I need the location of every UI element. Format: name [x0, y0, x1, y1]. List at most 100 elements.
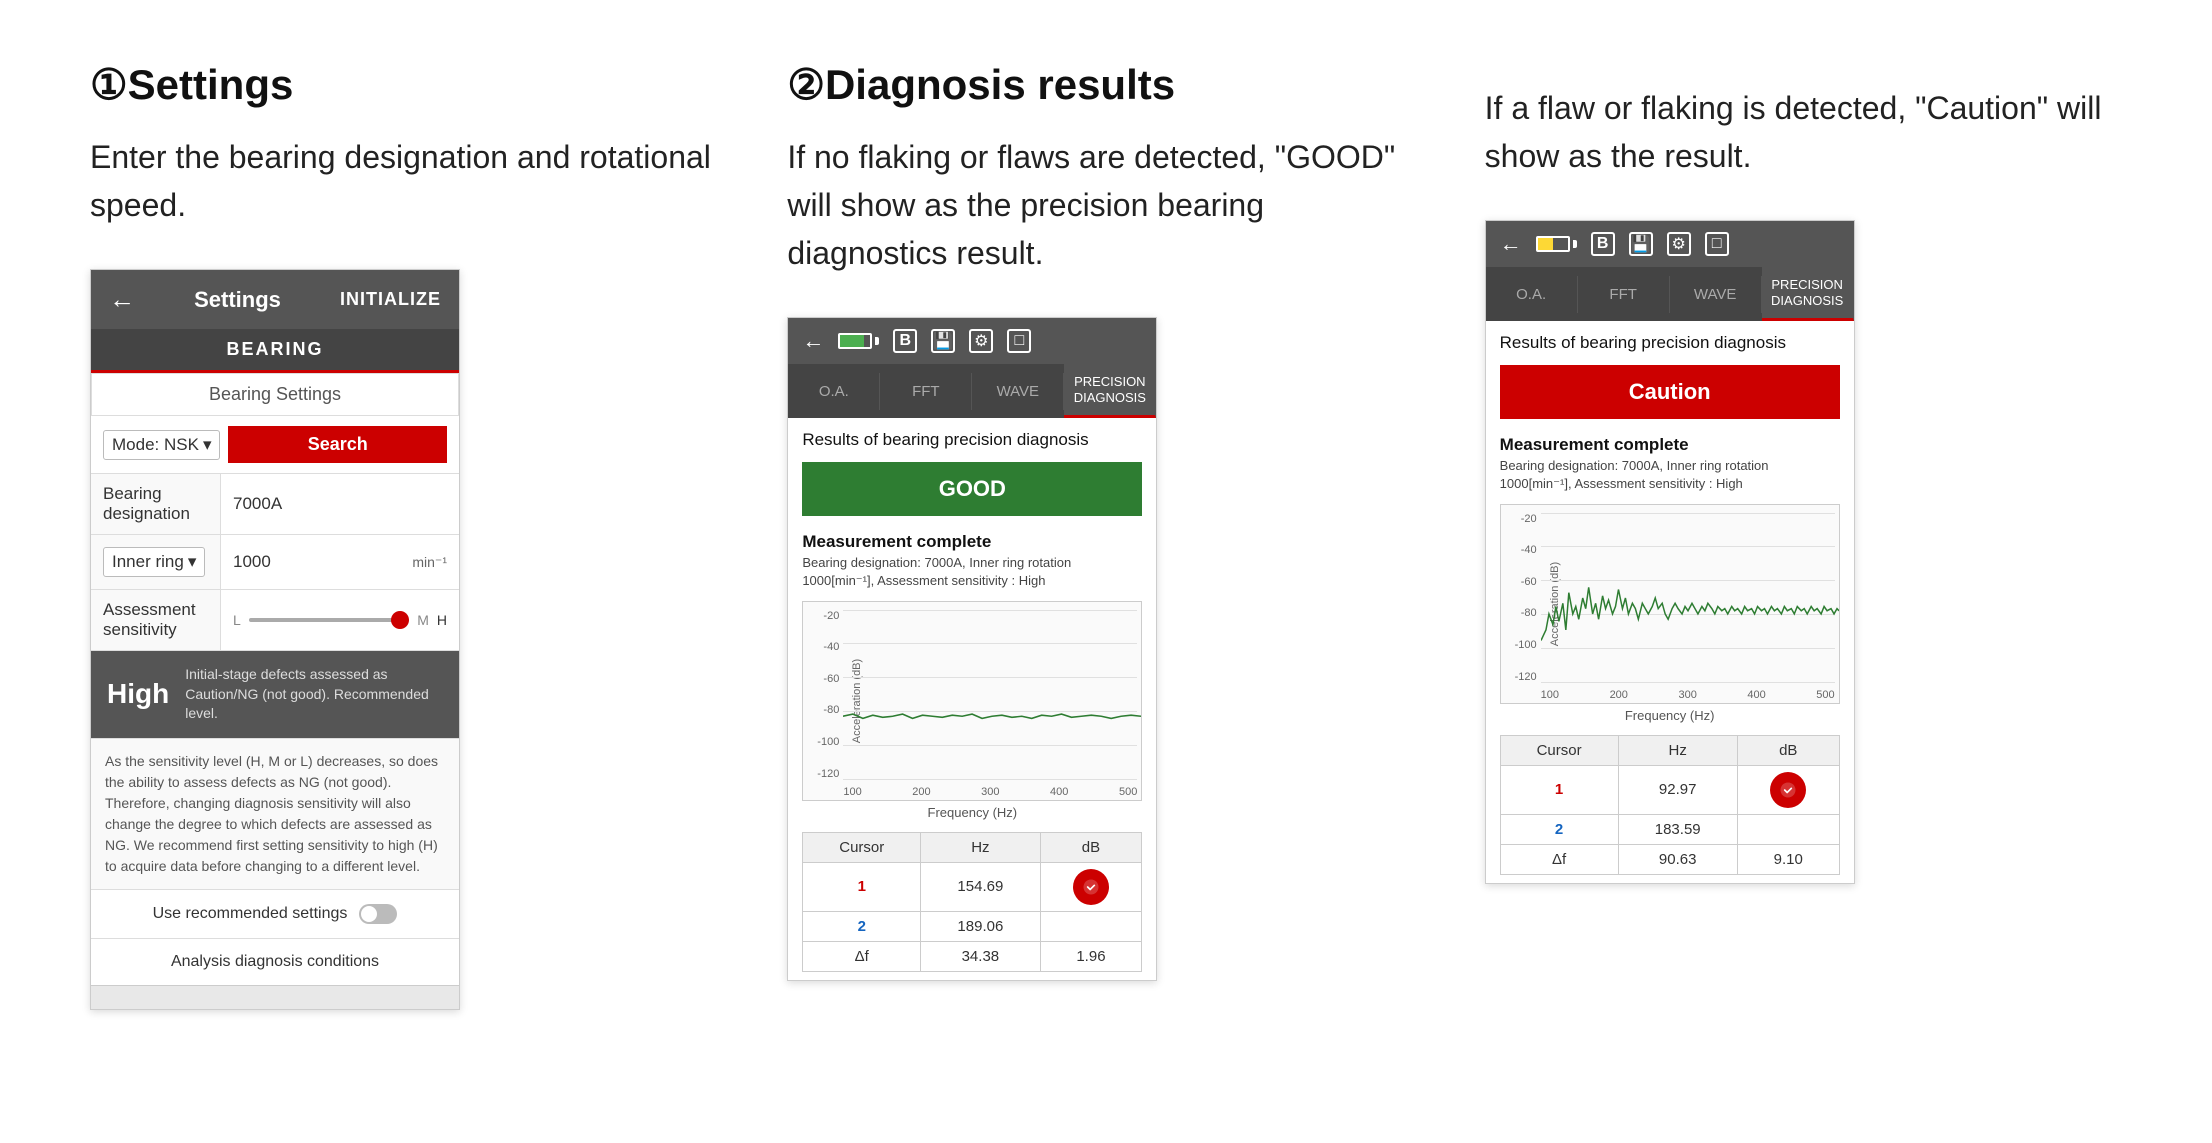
caution-back-arrow[interactable]: ←: [1500, 231, 1522, 257]
good-result-box: GOOD: [802, 462, 1142, 516]
caution-tab-wave[interactable]: WAVE: [1670, 276, 1762, 313]
caution-hz-delta: 90.63: [1618, 844, 1737, 874]
caution-data-table: Cursor Hz dB 1 92.97 2 183.5: [1500, 735, 1840, 875]
good-tab-precision[interactable]: PRECISIONDIAGNOSIS: [1064, 364, 1156, 418]
rpm-value[interactable]: 1000: [233, 552, 404, 572]
table-row-2: 2 189.06: [803, 911, 1142, 941]
mode-search-row: Mode: NSK ▾ Search: [91, 416, 459, 474]
mode-select[interactable]: Mode: NSK ▾: [103, 430, 220, 460]
bottom-partial: [91, 985, 459, 1009]
toggle-thumb: [361, 906, 377, 922]
caution-diag-header: ← B 💾 ⚙ □: [1486, 221, 1854, 267]
group-label: Bearing Settings: [91, 373, 459, 416]
hz-delta: 34.38: [921, 941, 1040, 971]
initialize-button[interactable]: INITIALIZE: [340, 289, 441, 310]
slider-thumb[interactable]: [391, 611, 409, 629]
good-chart-area: -20 -40 -60 -80 -100 -120 Acceleration (…: [802, 601, 1142, 801]
search-button[interactable]: Search: [228, 426, 447, 463]
sensitivity-note: As the sensitivity level (H, M or L) dec…: [91, 738, 459, 889]
good-tab-fft[interactable]: FFT: [880, 373, 972, 410]
sensitivity-desc: Initial-stage defects assessed as Cautio…: [185, 665, 443, 724]
caution-save-icon: 💾: [1629, 232, 1653, 256]
rpm-unit: min⁻¹: [412, 554, 447, 571]
inner-ring-label: Inner ring ▾: [91, 535, 221, 589]
caution-chart-area: -20 -40 -60 -80 -100 -120 Acceleration (…: [1500, 504, 1840, 704]
caution-col-cursor: Cursor: [1500, 735, 1618, 765]
caution-measurement-title: Measurement complete: [1486, 425, 1854, 457]
good-freq-label: Frequency (Hz): [788, 805, 1156, 824]
recommended-row: Use recommended settings: [91, 889, 459, 938]
caution-chart-main: Acceleration (dB) 100200300400500: [1541, 505, 1839, 703]
good-battery-tip: [875, 337, 879, 345]
settings-section: ①Settings Enter the bearing designation …: [60, 60, 757, 1103]
good-back-arrow[interactable]: ←: [802, 328, 824, 354]
back-arrow-icon[interactable]: ←: [109, 284, 135, 315]
good-result-title: ②Diagnosis results: [787, 60, 1424, 109]
caution-col-hz: Hz: [1618, 735, 1737, 765]
good-measurement-title: Measurement complete: [788, 522, 1156, 554]
good-diag-header: ← B 💾 ⚙ □: [788, 318, 1156, 364]
caution-tab-fft[interactable]: FFT: [1578, 276, 1670, 313]
caution-result-box: Caution: [1500, 365, 1840, 419]
analysis-row[interactable]: Analysis diagnosis conditions: [91, 938, 459, 985]
table-header-row: Cursor Hz dB: [803, 832, 1142, 862]
assessment-sensitivity-row: Assessmentsensitivity L M H: [91, 590, 459, 651]
assessment-sensitivity-label: Assessmentsensitivity: [91, 590, 221, 650]
caution-cursor-icon-1: [1770, 772, 1806, 808]
cursor-delta: Δf: [803, 941, 921, 971]
good-tab-wave[interactable]: WAVE: [972, 373, 1064, 410]
bearing-designation-row: Bearingdesignation 7000A: [91, 474, 459, 535]
caution-diag-tabs: O.A. FFT WAVE PRECISIONDIAGNOSIS: [1486, 267, 1854, 321]
bearing-tab[interactable]: BEARING: [91, 329, 459, 373]
cursor-1: 1: [803, 862, 921, 911]
good-save-icon: 💾: [931, 329, 955, 353]
inner-ring-select[interactable]: Inner ring ▾: [103, 547, 205, 577]
caution-tab-oa[interactable]: O.A.: [1486, 276, 1578, 313]
good-x-labels: 100200300400500: [843, 786, 1137, 798]
header-title: Settings: [194, 287, 281, 313]
good-diag-phone: ← B 💾 ⚙ □ O.A. FFT WAVE: [787, 317, 1157, 981]
recommended-label: Use recommended settings: [153, 905, 348, 923]
good-result-title-label: Results of bearing precision diagnosis: [788, 418, 1156, 456]
settings-body: Bearing Settings Mode: NSK ▾ Search Bear…: [91, 373, 459, 1009]
caution-table-header-row: Cursor Hz dB: [1500, 735, 1839, 765]
caution-chart-svg: [1541, 513, 1839, 683]
caution-db-delta: 9.10: [1737, 844, 1839, 874]
mode-search-value: Mode: NSK ▾ Search: [91, 416, 459, 473]
db-delta: 1.96: [1040, 941, 1142, 971]
inner-ring-row: Inner ring ▾ 1000 min⁻¹: [91, 535, 459, 590]
caution-table-row-delta: Δf 90.63 9.10: [1500, 844, 1839, 874]
analysis-label: Analysis diagnosis conditions: [171, 953, 379, 971]
good-measurement-desc: Bearing designation: 7000A, Inner ring r…: [788, 554, 1156, 600]
good-y-axis: -20 -40 -60 -80 -100 -120: [803, 602, 843, 800]
inner-ring-value: 1000 min⁻¹: [221, 542, 459, 582]
good-gear-icon: ⚙: [969, 329, 993, 353]
slider-track[interactable]: [249, 618, 409, 622]
caution-table-row-2: 2 183.59: [1500, 814, 1839, 844]
caution-gear-icon: ⚙: [1667, 232, 1691, 256]
slider-label-h: H: [437, 612, 447, 628]
caution-desc: If a flaw or flaking is detected, "Cauti…: [1485, 84, 2122, 180]
caution-db-2: [1737, 814, 1839, 844]
col-cursor: Cursor: [803, 832, 921, 862]
good-battery-icon: [838, 333, 879, 349]
good-tab-oa[interactable]: O.A.: [788, 373, 880, 410]
good-battery-bar: [838, 333, 872, 349]
db-1: [1040, 862, 1142, 911]
bearing-designation-value[interactable]: 7000A: [221, 484, 459, 524]
caution-y-axis: -20 -40 -60 -80 -100 -120: [1501, 505, 1541, 703]
settings-title: ①Settings: [90, 60, 727, 109]
caution-square-icon: □: [1705, 232, 1729, 256]
caution-table-row-1: 1 92.97: [1500, 765, 1839, 814]
good-chart-svg: [843, 610, 1141, 780]
caution-tab-precision[interactable]: PRECISIONDIAGNOSIS: [1762, 267, 1854, 321]
caution-freq-label: Frequency (Hz): [1486, 708, 1854, 727]
caution-hz-1: 92.97: [1618, 765, 1737, 814]
bearing-designation-label: Bearingdesignation: [91, 474, 221, 534]
col-hz: Hz: [921, 832, 1040, 862]
caution-x-labels: 100200300400500: [1541, 689, 1835, 701]
recommended-toggle[interactable]: [359, 904, 397, 924]
mode-label: Mode: NSK: [112, 435, 199, 455]
inner-ring-option: Inner ring: [112, 552, 184, 572]
col-db: dB: [1040, 832, 1142, 862]
